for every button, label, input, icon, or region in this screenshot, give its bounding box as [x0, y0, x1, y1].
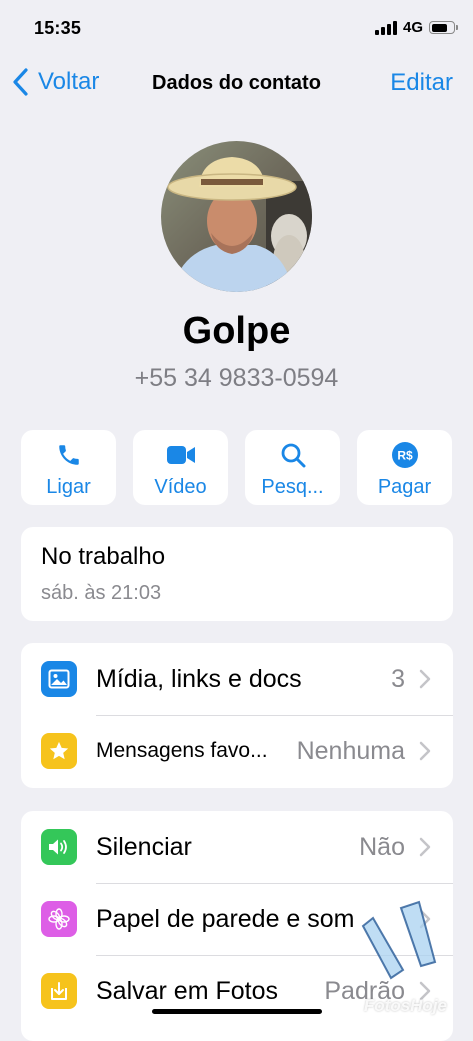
video-call-button[interactable]: Vídeo [133, 430, 228, 505]
flower-icon [41, 901, 77, 937]
wallpaper-sound-row[interactable]: Papel de parede e som [21, 883, 453, 955]
row-value: Padrão [324, 976, 405, 1005]
navigation-bar: Voltar Dados do contato Editar [0, 56, 473, 108]
chevron-right-icon [419, 837, 431, 857]
photo-icon [41, 661, 77, 697]
payment-icon: R$ [391, 442, 418, 468]
download-icon [41, 973, 77, 1009]
video-icon [166, 446, 195, 464]
battery-level-fill [431, 23, 447, 32]
phone-icon [58, 445, 79, 465]
payment-icon-text: R$ [397, 449, 413, 463]
row-label: Mensagens favo... [96, 739, 268, 762]
contact-name: Golpe [182, 310, 291, 352]
row-value: 3 [391, 664, 405, 693]
row-label: Papel de parede e som [96, 904, 355, 933]
media-links-docs-row[interactable]: Mídia, links e docs 3 [21, 643, 453, 715]
chevron-right-icon [419, 981, 431, 1001]
pay-button[interactable]: R$ Pagar [357, 430, 452, 505]
network-type: 4G [402, 19, 423, 36]
row-value: Nenhuma [296, 736, 405, 765]
speaker-icon [41, 829, 77, 865]
about-card[interactable]: No trabalho sáb. às 21:03 [21, 527, 453, 621]
status-indicators: 4G [374, 19, 458, 36]
contact-phone: +55 34 9833-0594 [134, 364, 339, 392]
row-label: Silenciar [96, 832, 192, 861]
row-label: Salvar em Fotos [96, 976, 279, 1005]
search-button-label: Pesq... [261, 476, 324, 498]
media-section: Mídia, links e docs 3 Mensagens favo... … [21, 643, 453, 788]
status-time: 15:35 [34, 18, 82, 38]
call-button[interactable]: Ligar [21, 430, 116, 505]
row-value: Não [359, 832, 405, 861]
chevron-right-icon [419, 669, 431, 689]
chevron-right-icon [419, 741, 431, 761]
chevron-right-icon [419, 909, 431, 929]
row-label: Mídia, links e docs [96, 664, 302, 693]
edit-button[interactable]: Editar [390, 69, 453, 97]
mute-row[interactable]: Silenciar Não [21, 811, 453, 883]
pay-button-label: Pagar [377, 476, 432, 498]
star-icon [41, 733, 77, 769]
search-button[interactable]: Pesq... [245, 430, 340, 505]
video-call-button-label: Vídeo [154, 476, 207, 498]
starred-messages-row[interactable]: Mensagens favo... Nenhuma [21, 715, 453, 787]
cellular-signal-icon [374, 20, 397, 35]
status-bar: 15:35 4G [0, 0, 473, 56]
search-icon [281, 443, 305, 468]
contact-avatar[interactable] [161, 141, 312, 292]
about-timestamp: sáb. às 21:03 [41, 582, 162, 604]
about-status: No trabalho [41, 543, 166, 570]
save-to-photos-row[interactable]: Salvar em Fotos Padrão [21, 955, 453, 1027]
home-indicator[interactable] [152, 1009, 322, 1014]
avatar-photo [161, 141, 312, 292]
quick-actions: Ligar Vídeo Pesq... R$ Pagar [21, 430, 452, 505]
call-button-label: Ligar [46, 476, 91, 498]
settings-section: Silenciar Não Papel de parede e som Salv… [21, 811, 453, 1041]
battery-icon [429, 21, 458, 34]
